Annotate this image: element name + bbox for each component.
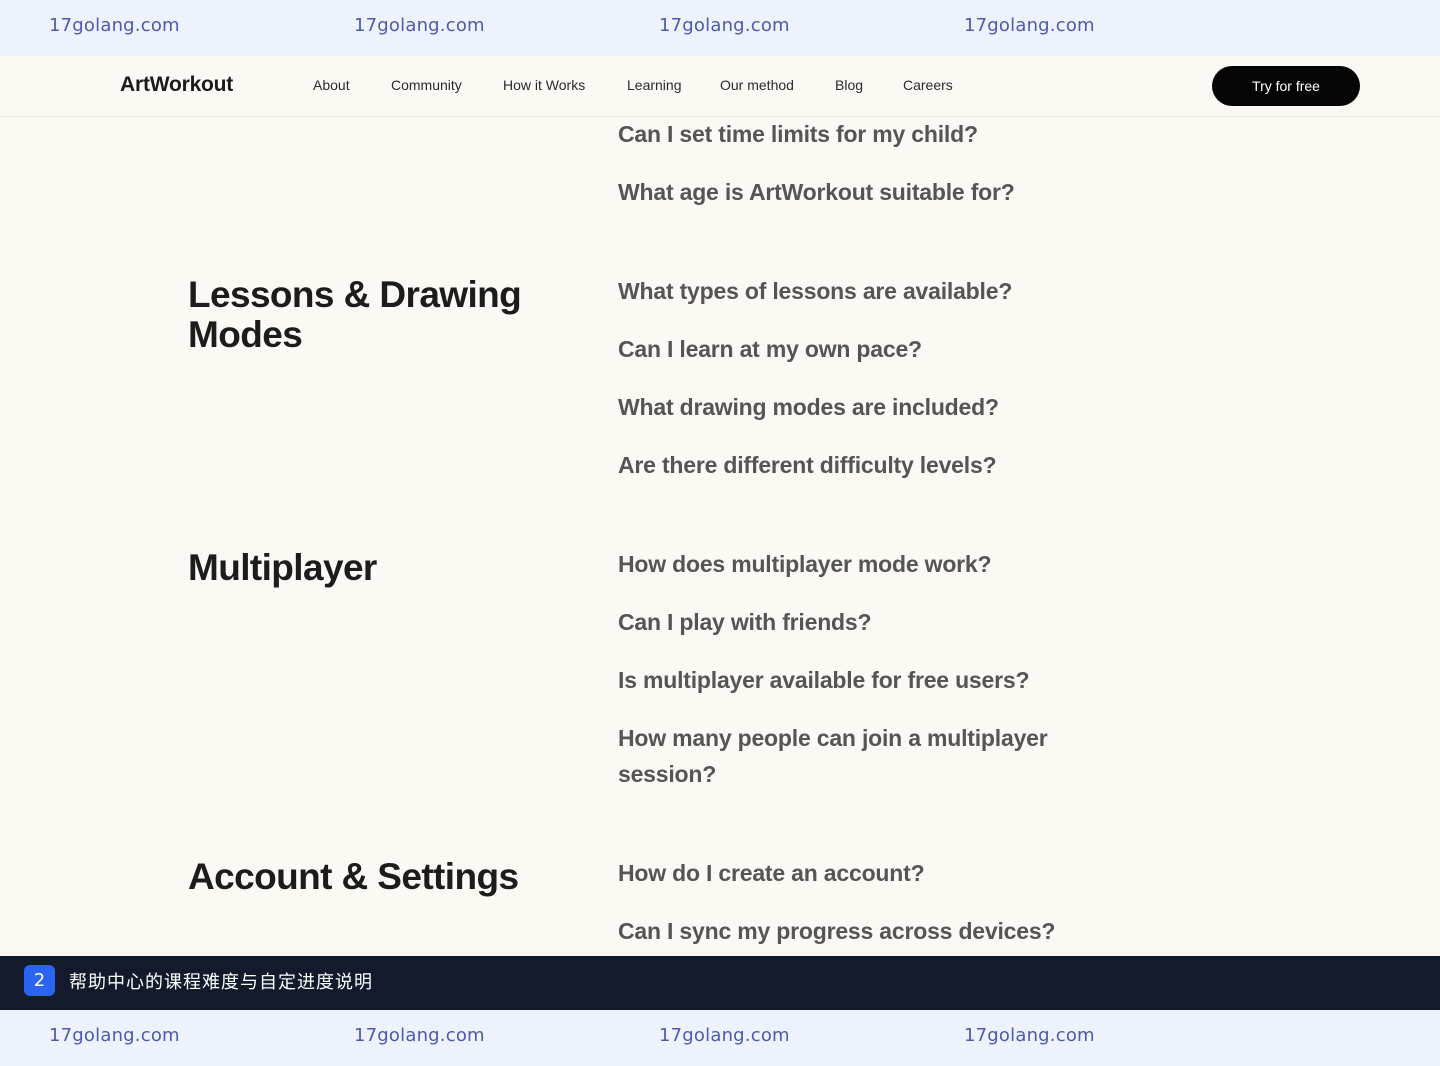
nav-link-how-it-works[interactable]: How it Works bbox=[503, 77, 585, 93]
faq-question[interactable]: How do I create an account? bbox=[618, 855, 1078, 891]
watermark-text: 17golang.com bbox=[49, 15, 180, 36]
faq-question[interactable]: How many people can join a multiplayer s… bbox=[618, 720, 1068, 792]
faq-question[interactable]: What types of lessons are available? bbox=[618, 273, 1078, 309]
artworkout-logo[interactable]: ArtWorkout bbox=[120, 73, 233, 97]
nav-link-about[interactable]: About bbox=[313, 77, 350, 93]
faq-content: Can I set time limits for my child? What… bbox=[0, 117, 1440, 956]
nav-link-blog[interactable]: Blog bbox=[835, 77, 863, 93]
faq-question[interactable]: Is multiplayer available for free users? bbox=[618, 662, 1078, 698]
faq-question[interactable]: How does multiplayer mode work? bbox=[618, 546, 1078, 582]
faq-question[interactable]: Are there different difficulty levels? bbox=[618, 447, 1078, 483]
nav-link-community[interactable]: Community bbox=[391, 77, 462, 93]
watermark-bar-top: 17golang.com 17golang.com 17golang.com 1… bbox=[0, 0, 1440, 56]
watermark-bar-bottom: 17golang.com 17golang.com 17golang.com 1… bbox=[0, 1010, 1440, 1066]
section-title-multiplayer: Multiplayer bbox=[188, 547, 377, 588]
nav-link-our-method[interactable]: Our method bbox=[720, 77, 794, 93]
faq-question[interactable]: What age is ArtWorkout suitable for? bbox=[618, 174, 1078, 210]
caption-bar: 2 帮助中心的课程难度与自定进度说明 bbox=[0, 956, 1440, 1010]
nav-link-careers[interactable]: Careers bbox=[903, 77, 953, 93]
faq-question[interactable]: Can I play with friends? bbox=[618, 604, 1078, 640]
faq-question[interactable]: Can I sync my progress across devices? bbox=[618, 913, 1078, 949]
watermark-text: 17golang.com bbox=[659, 15, 790, 36]
section-title-account: Account & Settings bbox=[188, 856, 519, 897]
watermark-text: 17golang.com bbox=[964, 15, 1095, 36]
watermark-text: 17golang.com bbox=[659, 1025, 790, 1046]
try-for-free-button[interactable]: Try for free bbox=[1212, 66, 1360, 106]
watermark-text: 17golang.com bbox=[354, 15, 485, 36]
watermark-text: 17golang.com bbox=[49, 1025, 180, 1046]
faq-question[interactable]: Can I set time limits for my child? bbox=[618, 117, 1078, 152]
site-header: ArtWorkout About Community How it Works … bbox=[0, 56, 1440, 117]
watermark-text: 17golang.com bbox=[354, 1025, 485, 1046]
faq-question[interactable]: Can I learn at my own pace? bbox=[618, 331, 1078, 367]
caption-index-badge: 2 bbox=[24, 965, 55, 996]
section-title-lessons: Lessons & Drawing Modes bbox=[188, 274, 522, 355]
faq-question[interactable]: What drawing modes are included? bbox=[618, 389, 1078, 425]
caption-text: 帮助中心的课程难度与自定进度说明 bbox=[69, 972, 373, 993]
watermark-text: 17golang.com bbox=[964, 1025, 1095, 1046]
nav-link-learning[interactable]: Learning bbox=[627, 77, 682, 93]
